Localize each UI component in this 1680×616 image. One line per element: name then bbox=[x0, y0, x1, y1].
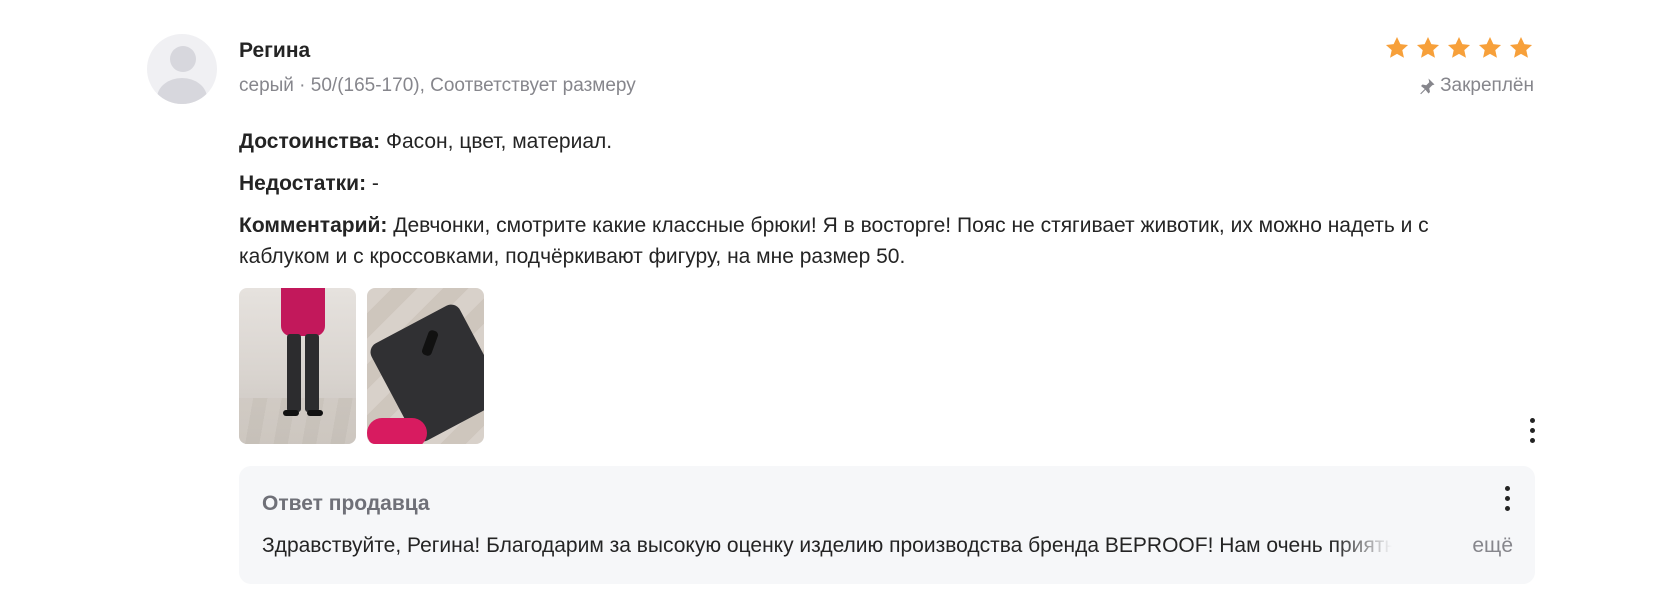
review-cons: Недостатки: - bbox=[239, 168, 1439, 199]
seller-answer: Ответ продавца Здравствуйте, Регина! Бла… bbox=[239, 466, 1535, 584]
seller-answer-menu-icon[interactable] bbox=[1505, 486, 1511, 511]
cons-label: Недостатки: bbox=[239, 172, 367, 195]
avatar-body-icon bbox=[157, 78, 207, 104]
comment-text: Девчонки, смотрите какие классные брюки!… bbox=[239, 214, 1429, 268]
review-photo-thumbnail[interactable] bbox=[367, 288, 484, 444]
avatar-head-icon bbox=[170, 46, 196, 72]
pinned-indicator: Закреплён bbox=[1418, 75, 1534, 97]
show-more-link[interactable]: ещё bbox=[1472, 534, 1513, 558]
review-photos bbox=[239, 288, 484, 444]
review-more-menu-icon[interactable] bbox=[1530, 418, 1536, 443]
star-icon bbox=[1509, 36, 1533, 58]
star-icon bbox=[1416, 36, 1440, 58]
star-icon bbox=[1447, 36, 1471, 58]
pinned-label: Закреплён bbox=[1440, 75, 1534, 96]
pin-icon bbox=[1420, 78, 1435, 95]
review-author: Регина bbox=[239, 39, 311, 62]
seller-answer-text: Здравствуйте, Регина! Благодарим за высо… bbox=[262, 534, 1392, 557]
avatar bbox=[147, 34, 217, 104]
review-photo-thumbnail[interactable] bbox=[239, 288, 356, 444]
review-comment: Комментарий: Девчонки, смотрите какие кл… bbox=[239, 210, 1439, 272]
star-icon bbox=[1385, 36, 1409, 58]
review-meta: серый · 50/(165-170), Соответствует разм… bbox=[239, 75, 636, 96]
review-pros: Достоинства: Фасон, цвет, материал. bbox=[239, 126, 1439, 157]
pros-text: Фасон, цвет, материал. bbox=[380, 130, 613, 153]
seller-answer-title: Ответ продавца bbox=[262, 492, 430, 515]
cons-text: - bbox=[366, 172, 379, 195]
comment-label: Комментарий: bbox=[239, 214, 388, 237]
star-icon bbox=[1478, 36, 1502, 58]
rating-stars bbox=[1384, 35, 1534, 61]
pros-label: Достоинства: bbox=[239, 130, 381, 153]
